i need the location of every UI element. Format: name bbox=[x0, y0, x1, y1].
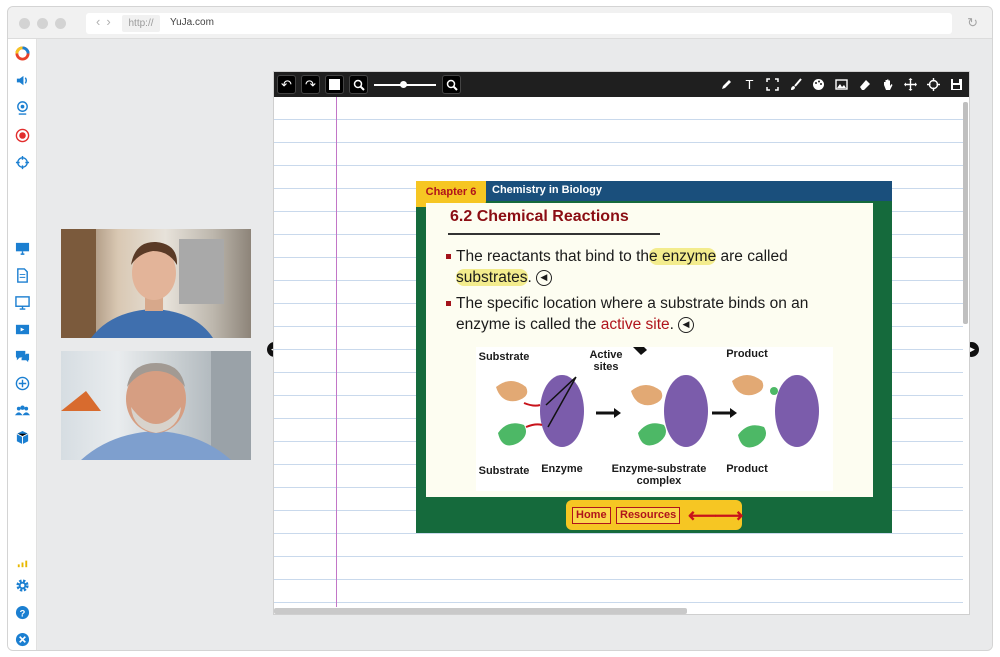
eraser-icon[interactable] bbox=[855, 75, 874, 94]
crosshair-tool-icon[interactable] bbox=[924, 75, 943, 94]
highlight-substrates: substrates bbox=[456, 269, 528, 286]
pencil-icon[interactable] bbox=[717, 75, 736, 94]
window-minimize-dot[interactable] bbox=[37, 18, 48, 29]
url-protocol: http:// bbox=[122, 15, 160, 32]
whiteboard-panel[interactable]: ↶ ↷ T Chapter 6 Chemistry in Biology 6.2… bbox=[273, 71, 970, 615]
whiteboard-icon[interactable] bbox=[14, 294, 31, 311]
webcam-icon[interactable] bbox=[14, 99, 31, 116]
close-icon[interactable] bbox=[14, 631, 31, 648]
bullet-1-text-a: The reactants that bind to th bbox=[456, 248, 650, 265]
chapter-title: Chemistry in Biology bbox=[492, 184, 603, 196]
slide-nav-bar: Home Resources ⟵⟶ bbox=[566, 500, 743, 530]
record-icon[interactable] bbox=[14, 127, 31, 144]
crosshair-icon[interactable] bbox=[14, 154, 31, 171]
bullet-1-text-d: . bbox=[527, 269, 532, 286]
participants-icon[interactable] bbox=[14, 402, 31, 419]
audio-speaker-icon[interactable]: ◀ bbox=[535, 269, 552, 286]
slide-header-bar bbox=[416, 181, 892, 201]
speaker-icon[interactable] bbox=[14, 72, 31, 89]
video-icon[interactable] bbox=[14, 321, 31, 338]
signal-icon bbox=[14, 554, 31, 571]
reload-icon[interactable]: ↻ bbox=[967, 15, 978, 31]
brush-icon[interactable] bbox=[786, 75, 805, 94]
url-host[interactable]: YuJa.com bbox=[170, 17, 214, 28]
enzyme-diagram: Substrate Active sites Product Substrate… bbox=[476, 347, 833, 491]
text-icon[interactable]: T bbox=[740, 75, 759, 94]
active-site-term: active site bbox=[600, 316, 670, 333]
bullet-1-text-b: are called bbox=[716, 248, 788, 265]
resources-button[interactable]: Resources bbox=[616, 507, 681, 524]
participant-video-2[interactable] bbox=[61, 351, 251, 460]
shape-square-icon[interactable] bbox=[325, 75, 344, 94]
bullet-marker-1 bbox=[446, 254, 451, 259]
slide-body: 6.2 Chemical Reactions The reactants tha… bbox=[426, 203, 873, 497]
image-icon[interactable] bbox=[832, 75, 851, 94]
add-icon[interactable] bbox=[14, 375, 31, 392]
nav-buttons[interactable]: ‹› bbox=[96, 14, 117, 29]
slide-nav-arrows-icon[interactable]: ⟵⟶ bbox=[688, 503, 743, 528]
audio-speaker-icon-2[interactable]: ◀ bbox=[677, 316, 694, 333]
zoom-slider-knob[interactable] bbox=[400, 81, 407, 88]
bullet-2-text-a: The specific location where a substrate … bbox=[456, 295, 809, 312]
undo-icon[interactable]: ↶ bbox=[277, 75, 296, 94]
label-complex: Enzyme-substrate complex bbox=[611, 463, 707, 487]
label-product-top: Product bbox=[726, 348, 768, 360]
monitor-icon[interactable] bbox=[14, 240, 31, 257]
horizontal-scrollbar[interactable] bbox=[274, 608, 687, 614]
redo-icon[interactable]: ↷ bbox=[301, 75, 320, 94]
zoom-in-icon[interactable] bbox=[442, 75, 461, 94]
bullet-2: The specific location where a substrate … bbox=[456, 293, 808, 335]
hand-icon[interactable] bbox=[878, 75, 897, 94]
move-icon[interactable] bbox=[901, 75, 920, 94]
title-underline bbox=[448, 233, 660, 235]
svg-text:?: ? bbox=[20, 608, 26, 618]
settings-icon[interactable] bbox=[14, 577, 31, 594]
forward-icon[interactable]: › bbox=[106, 14, 116, 29]
box-icon[interactable] bbox=[14, 429, 31, 446]
paper-margin-line bbox=[336, 97, 337, 607]
home-button[interactable]: Home bbox=[572, 507, 611, 524]
help-icon[interactable]: ? bbox=[14, 604, 31, 621]
chat-icon[interactable] bbox=[14, 348, 31, 365]
label-substrate-bottom: Substrate bbox=[478, 465, 530, 477]
yuja-logo-icon[interactable] bbox=[14, 45, 31, 62]
participant-video-1[interactable] bbox=[61, 229, 251, 338]
browser-window: ‹› http:// YuJa.com ↻ ? ▶ ↶ ↷ T Chapter … bbox=[7, 6, 993, 651]
slide-title: 6.2 Chemical Reactions bbox=[450, 208, 629, 225]
left-sidebar: ? bbox=[8, 39, 37, 650]
bullet-1: The reactants that bind to the enzyme ar… bbox=[456, 246, 788, 288]
bullet-marker-2 bbox=[446, 301, 451, 306]
bullet-2-text-b: enzyme is called the bbox=[456, 316, 601, 333]
document-icon[interactable] bbox=[14, 267, 31, 284]
vertical-scrollbar[interactable] bbox=[963, 102, 968, 324]
back-icon[interactable]: ‹ bbox=[96, 14, 106, 29]
zoom-out-icon[interactable] bbox=[349, 75, 368, 94]
select-icon[interactable] bbox=[763, 75, 782, 94]
window-maximize-dot[interactable] bbox=[55, 18, 66, 29]
lecture-slide: Chapter 6 Chemistry in Biology 6.2 Chemi… bbox=[416, 181, 892, 533]
bullet-2-text-c: . bbox=[669, 316, 674, 333]
url-bar[interactable] bbox=[86, 13, 952, 34]
main-content: ◀ ▶ ↶ ↷ T bbox=[38, 39, 992, 650]
label-product-bottom: Product bbox=[726, 463, 768, 475]
label-substrate-top: Substrate bbox=[478, 351, 530, 363]
window-close-dot[interactable] bbox=[19, 18, 30, 29]
label-enzyme: Enzyme bbox=[541, 463, 583, 475]
highlight-enzyme: e enzyme bbox=[649, 248, 717, 265]
label-active-sites: Active sites bbox=[589, 349, 623, 373]
whiteboard-toolbar: ↶ ↷ T bbox=[274, 72, 969, 97]
browser-chrome: ‹› http:// YuJa.com ↻ bbox=[8, 7, 992, 39]
save-icon[interactable] bbox=[947, 75, 966, 94]
palette-icon[interactable] bbox=[809, 75, 828, 94]
